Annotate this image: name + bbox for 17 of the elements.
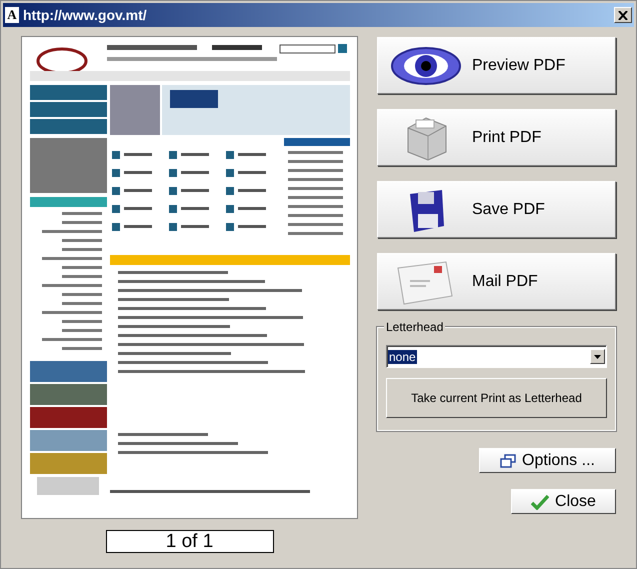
action-button[interactable]: Save PDF: [377, 181, 616, 238]
action-button[interactable]: Preview PDF: [377, 37, 616, 94]
windows-icon: [500, 454, 516, 468]
group-label: Letterhead: [384, 320, 446, 334]
letterhead-dropdown[interactable]: none: [386, 345, 607, 368]
check-mark-icon: [531, 494, 550, 510]
page-counter: 1 of 1: [106, 530, 274, 553]
action-button[interactable]: Mail PDF: [377, 253, 616, 310]
options-button[interactable]: Options ...: [479, 448, 616, 473]
dropdown-arrow-icon[interactable]: [594, 354, 601, 358]
close-button[interactable]: Close: [511, 489, 616, 514]
close-icon: [618, 10, 628, 20]
window-title: http://www.gov.mt/: [23, 7, 148, 23]
app-icon: A: [5, 7, 19, 23]
letterhead-button[interactable]: Take current Print as Letterhead: [386, 378, 607, 418]
close-window-button[interactable]: [614, 7, 632, 23]
action-button[interactable]: Print PDF: [377, 109, 616, 166]
